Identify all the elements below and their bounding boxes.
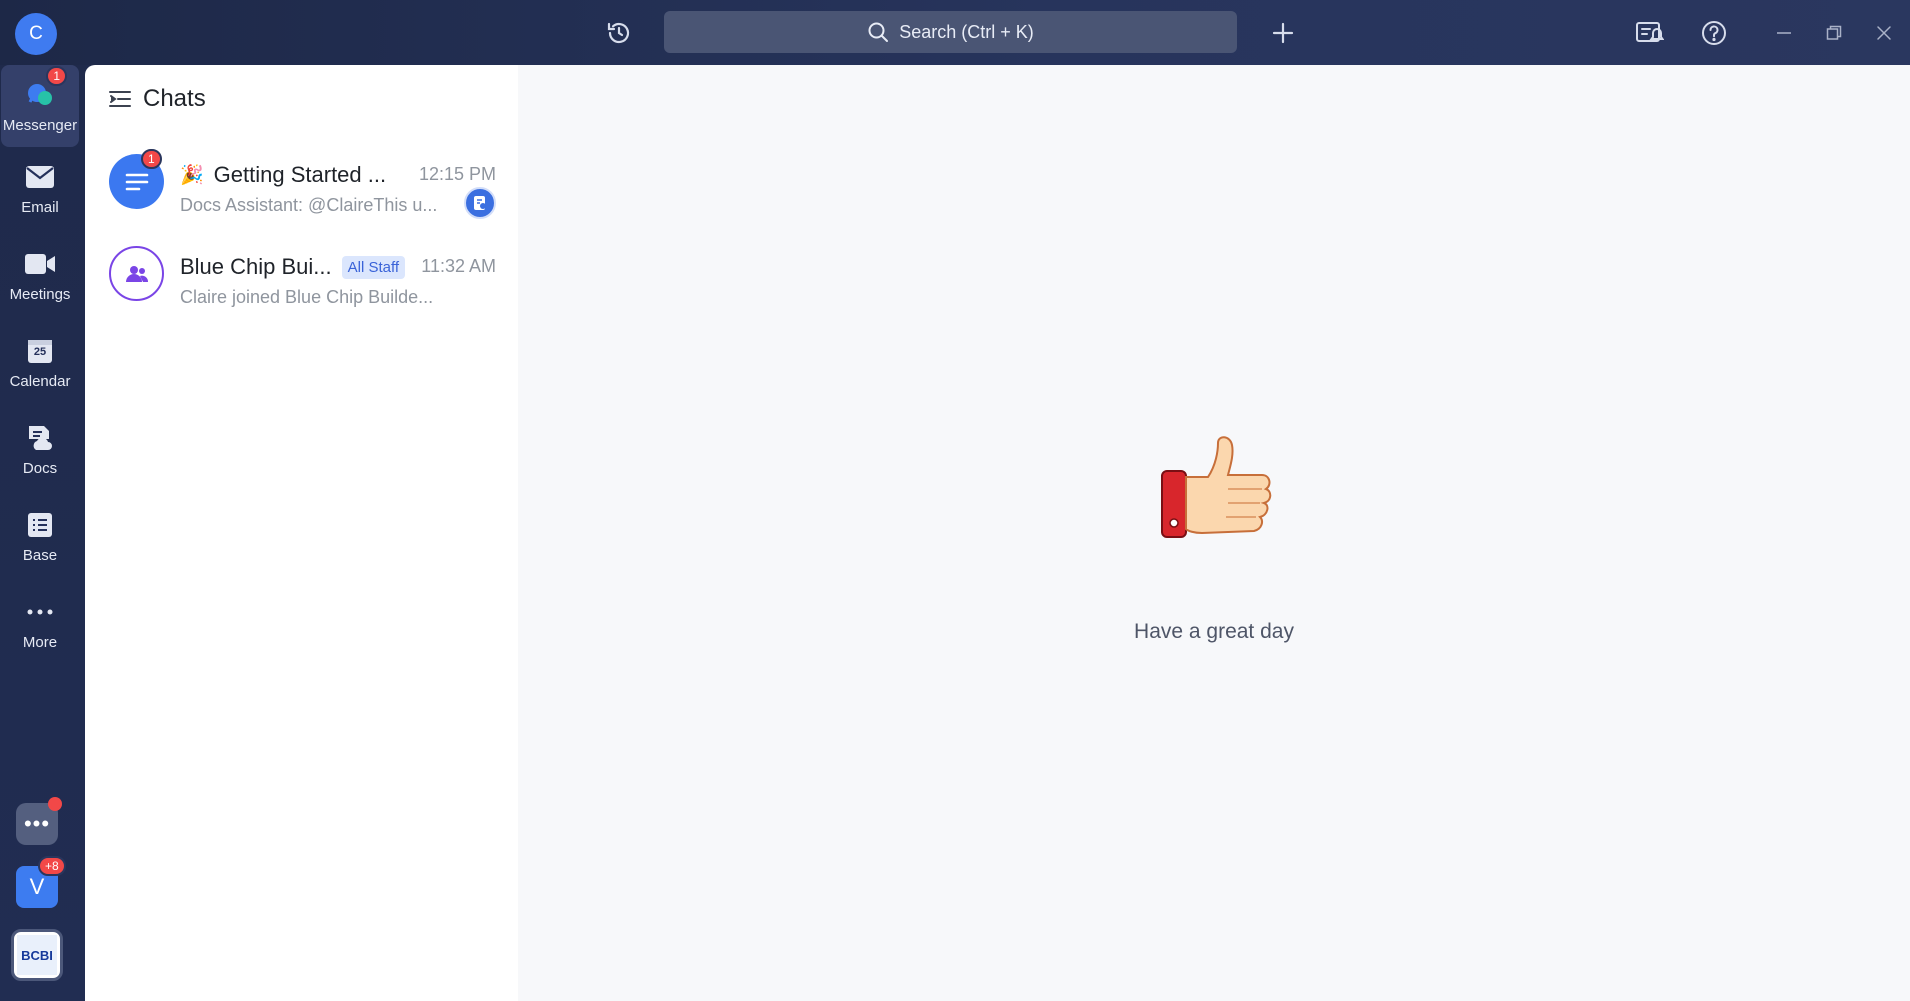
- help-icon[interactable]: [1693, 12, 1735, 54]
- unread-badge: 1: [141, 149, 162, 169]
- close-icon[interactable]: [1868, 12, 1900, 54]
- rail-item-messenger[interactable]: 1 Messenger: [1, 65, 79, 147]
- organization-logo[interactable]: BCBI: [11, 929, 63, 981]
- page-title: Chats: [143, 85, 206, 112]
- user-avatar[interactable]: C: [15, 13, 57, 55]
- top-bar: C Search (Ctrl + K): [0, 0, 1910, 65]
- rail-item-label: Email: [21, 199, 59, 216]
- mail-icon: [23, 160, 57, 194]
- collapse-menu-icon[interactable]: [109, 89, 131, 109]
- chat-time: 12:15 PM: [418, 164, 496, 184]
- chat-time: 11:32 AM: [421, 256, 496, 276]
- apps-dots-icon: •••: [23, 811, 51, 836]
- base-icon: [23, 508, 57, 542]
- rail-item-meetings[interactable]: Meetings: [0, 234, 80, 316]
- rail-item-docs[interactable]: Docs: [0, 408, 80, 490]
- chat-title: Getting Started ...: [213, 162, 387, 187]
- rail-item-label: More: [22, 634, 58, 651]
- rail-item-label: Meetings: [9, 286, 71, 303]
- minimize-icon[interactable]: [1768, 12, 1800, 54]
- rail-item-label: Calendar: [9, 373, 71, 390]
- group-icon: [125, 265, 148, 282]
- search-icon: [868, 22, 889, 42]
- org-logo-text: BCBI: [17, 935, 57, 975]
- chat-title: Blue Chip Bui...: [180, 254, 332, 279]
- more-icon: [23, 595, 57, 629]
- restore-icon[interactable]: [1818, 12, 1850, 54]
- chat-list-header: Chats: [109, 85, 206, 113]
- messenger-unread-badge: 1: [46, 66, 67, 86]
- rail-item-base[interactable]: Base: [0, 495, 80, 577]
- thumbs-up-icon: [1158, 435, 1278, 545]
- rail-item-label: Docs: [22, 460, 58, 477]
- chat-preview: Claire joined Blue Chip Builde...: [180, 287, 434, 307]
- rail-item-email[interactable]: Email: [0, 147, 80, 229]
- rail-item-calendar[interactable]: 25 Calendar: [0, 321, 80, 403]
- chat-preview: Docs Assistant: @ClaireThis u...: [180, 195, 438, 215]
- chat-list-panel: Chats 1 🎉 Getting Started ... 12:15 PM D…: [85, 65, 518, 1001]
- chat-name: 🎉 Getting Started ...: [180, 162, 386, 188]
- search-input[interactable]: Search (Ctrl + K): [664, 11, 1237, 53]
- group-avatar: [109, 246, 164, 301]
- video-icon: [23, 247, 57, 281]
- calendar-day: 25: [33, 346, 47, 358]
- messenger-icon: 1: [23, 66, 67, 112]
- chat-list-item[interactable]: Blue Chip Bui... All Staff 11:32 AM Clai…: [85, 233, 518, 323]
- notifications-panel-icon[interactable]: [1628, 12, 1670, 54]
- rail-item-label: Messenger: [2, 117, 78, 134]
- all-staff-tag: All Staff: [341, 255, 406, 279]
- chat-list-item[interactable]: 1 🎉 Getting Started ... 12:15 PM Docs As…: [85, 141, 518, 231]
- history-icon[interactable]: [598, 12, 640, 54]
- calendar-icon: 25: [23, 334, 57, 368]
- rail-item-label: Base: [22, 547, 58, 564]
- apps-notification-dot: [48, 797, 62, 811]
- plus-icon[interactable]: [1262, 12, 1304, 54]
- party-emoji: 🎉: [180, 165, 204, 186]
- docs-icon: [23, 421, 57, 455]
- search-placeholder: Search (Ctrl + K): [899, 21, 1034, 42]
- docs-assistant-icon: [464, 187, 496, 219]
- chat-name: Blue Chip Bui... All Staff: [180, 254, 406, 280]
- greeting-text: Have a great day: [1134, 620, 1294, 643]
- workspace-badge: +8: [38, 856, 66, 876]
- main-content: Have a great day: [518, 65, 1910, 1001]
- rail-item-more[interactable]: More: [0, 582, 80, 664]
